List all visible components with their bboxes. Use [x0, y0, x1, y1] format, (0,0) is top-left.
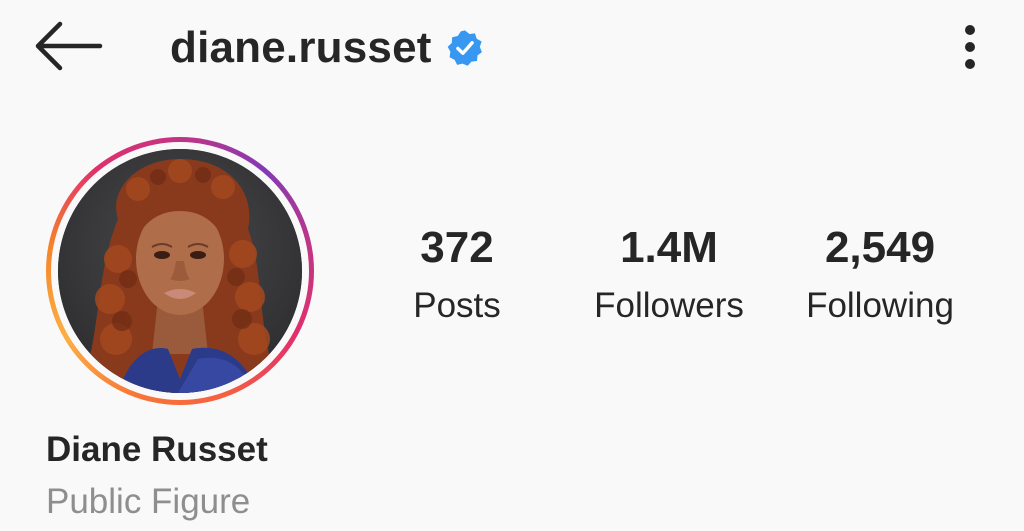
username-title: diane.russet [170, 18, 484, 78]
profile-full-name: Diane Russet [46, 430, 268, 469]
arrow-left-icon [35, 21, 103, 71]
more-options-button[interactable] [948, 18, 992, 76]
followers-count: 1.4M [620, 223, 718, 272]
profile-photo [58, 149, 302, 393]
profile-category: Public Figure [46, 482, 251, 521]
avatar [58, 149, 302, 393]
stat-following[interactable]: 2,549 Following [790, 222, 970, 331]
stat-posts[interactable]: 372 Posts [396, 222, 518, 331]
following-label: Following [806, 286, 954, 325]
profile-header: diane.russet [0, 0, 1024, 100]
username: diane.russet [170, 23, 432, 72]
posts-count: 372 [420, 223, 494, 272]
followers-label: Followers [594, 286, 744, 325]
verified-badge-icon [446, 29, 484, 67]
avatar-story-ring[interactable] [46, 137, 314, 405]
back-button[interactable] [30, 20, 104, 72]
stat-followers[interactable]: 1.4M Followers [578, 222, 760, 331]
following-count: 2,549 [824, 223, 936, 272]
more-vertical-icon [965, 25, 975, 69]
posts-label: Posts [413, 286, 501, 325]
